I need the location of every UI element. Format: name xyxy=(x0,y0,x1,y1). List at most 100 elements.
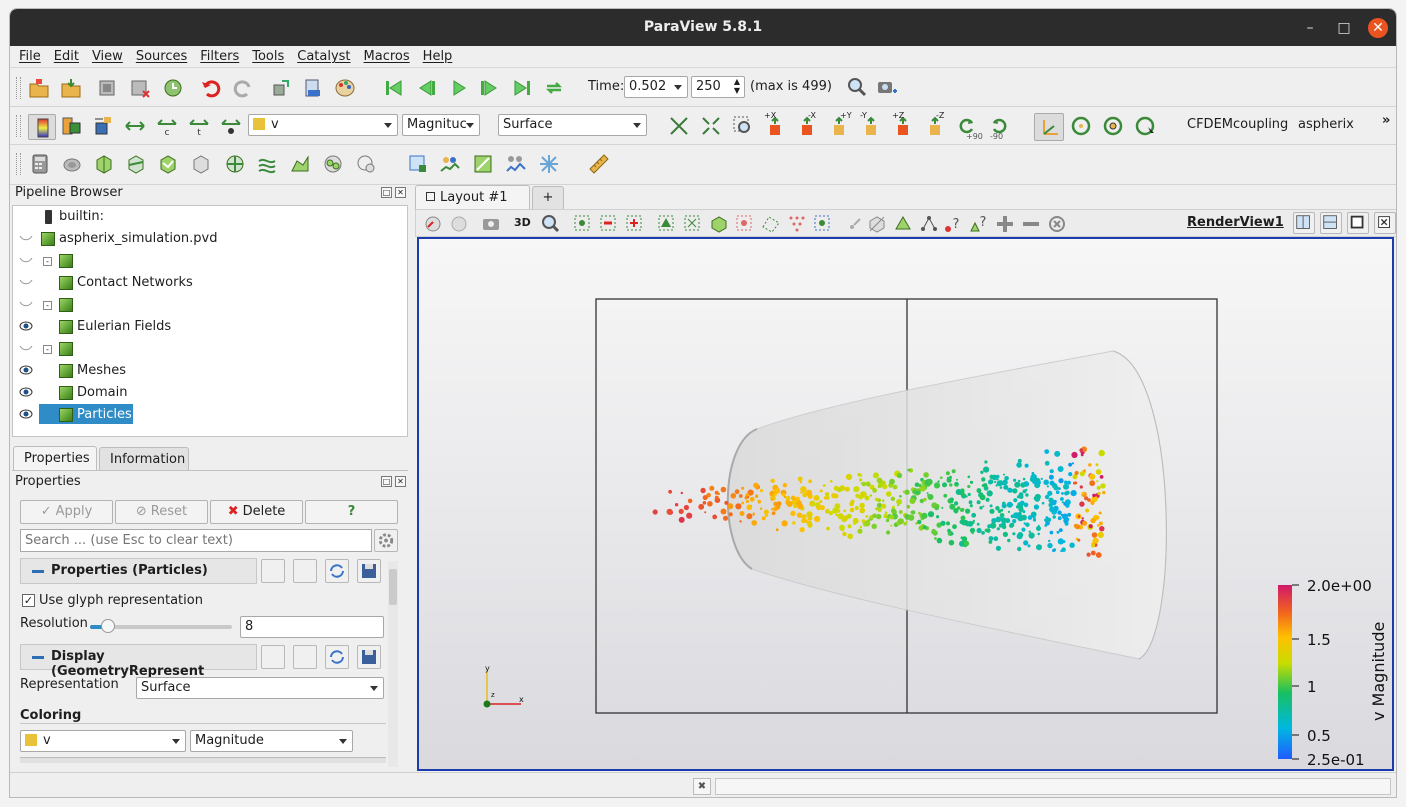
properties-search-input[interactable] xyxy=(20,529,372,552)
stream-tracer-icon[interactable] xyxy=(256,153,278,175)
open-file-icon[interactable] xyxy=(28,77,50,99)
float-panel-icon[interactable]: □ xyxy=(381,476,392,487)
find-data-icon[interactable] xyxy=(302,77,324,99)
plot-over-line-icon[interactable] xyxy=(439,153,461,175)
save-state-icon[interactable] xyxy=(60,77,82,99)
tab-properties[interactable]: Properties xyxy=(13,446,97,470)
collapse-section-icon[interactable] xyxy=(32,656,44,659)
use-separate-color-map-icon[interactable] xyxy=(92,115,114,137)
eye-closed-icon[interactable] xyxy=(19,233,33,243)
extract-level-icon[interactable] xyxy=(355,153,377,175)
resolution-slider-handle[interactable] xyxy=(100,619,115,633)
clear-selection-icon[interactable] xyxy=(1046,213,1068,235)
query-points-icon[interactable]: ? xyxy=(968,213,990,235)
subtract-selection-icon[interactable] xyxy=(1020,213,1042,235)
eye-open-icon[interactable] xyxy=(19,365,33,375)
menu-tools[interactable]: Tools xyxy=(252,49,284,64)
select-cells-on-icon[interactable] xyxy=(407,153,429,175)
pipeline-item-eulerian-fields[interactable]: Eulerian Fields xyxy=(13,316,407,338)
render-canvas[interactable]: 2.0e+00 1.5 1 0.5 2.5e-01 v Magnitude y … xyxy=(419,239,1392,769)
rescale-visible-range-icon[interactable] xyxy=(220,115,242,137)
properties-scrollbar-thumb[interactable] xyxy=(389,569,397,605)
minimize-icon[interactable]: – xyxy=(1300,18,1320,38)
copy-properties-icon[interactable] xyxy=(261,559,285,583)
next-frame-icon[interactable] xyxy=(479,77,501,99)
toolbar-grip[interactable] xyxy=(16,115,21,137)
glyph-icon[interactable] xyxy=(224,153,246,175)
paste-properties-icon[interactable] xyxy=(293,645,317,669)
float-panel-icon[interactable]: □ xyxy=(381,187,392,198)
reset-camera-closest-icon[interactable] xyxy=(668,115,690,137)
close-view-icon[interactable] xyxy=(1374,212,1396,234)
save-defaults-icon[interactable] xyxy=(357,645,381,669)
spin-arrows-icon[interactable]: ▲ ▼ xyxy=(734,77,740,95)
camera-minus-x-icon[interactable]: -X xyxy=(796,111,818,137)
menu-edit[interactable]: Edit xyxy=(54,49,79,64)
redo-icon[interactable] xyxy=(232,77,254,99)
contour-icon[interactable] xyxy=(61,153,83,175)
help-button[interactable]: ? xyxy=(305,500,398,524)
show-center-icon[interactable] xyxy=(1070,115,1092,137)
eye-closed-icon[interactable] xyxy=(19,255,33,265)
rotate-minus-90-icon[interactable]: -90 xyxy=(988,115,1010,141)
extract-selection-icon[interactable] xyxy=(892,213,914,235)
eye-open-icon[interactable] xyxy=(19,321,33,331)
pipeline-item-particles[interactable]: Particles xyxy=(13,404,407,426)
menu-help[interactable]: Help xyxy=(423,49,453,64)
warp-by-vector-icon[interactable] xyxy=(289,153,311,175)
select-cells-icon[interactable] xyxy=(624,213,646,235)
undo-icon[interactable] xyxy=(200,77,222,99)
split-horizontal-icon[interactable] xyxy=(1293,212,1315,234)
macro-cfdemcoupling[interactable]: CFDEMcoupling xyxy=(1187,117,1288,132)
toolbar-overflow-icon[interactable]: » xyxy=(1382,113,1390,128)
eye-closed-icon[interactable] xyxy=(19,277,33,287)
toolbar-grip[interactable] xyxy=(16,153,21,175)
ruler-icon[interactable] xyxy=(588,153,610,175)
restore-defaults-icon[interactable] xyxy=(325,645,349,669)
pipeline-item-meshes[interactable]: Meshes xyxy=(13,360,407,382)
save-defaults-icon[interactable] xyxy=(357,559,381,583)
rotate-plus-90-icon[interactable]: +90 xyxy=(956,115,983,141)
temporal-icon[interactable] xyxy=(538,153,560,175)
glyph-representation-checkbox[interactable]: ✓ xyxy=(22,594,35,607)
macro-aspherix[interactable]: aspherix xyxy=(1298,117,1354,132)
collapse-icon[interactable]: - xyxy=(43,345,52,354)
eye-open-icon[interactable] xyxy=(19,409,33,419)
coloring-component-select[interactable]: Magnitude xyxy=(190,730,353,752)
resolution-input[interactable]: 8 xyxy=(240,616,384,638)
advanced-settings-icon[interactable] xyxy=(374,529,398,552)
pipeline-item-domain[interactable]: Domain xyxy=(13,382,407,404)
menu-sources[interactable]: Sources xyxy=(136,49,187,64)
time-step-spinbox[interactable]: 250 ▲ ▼ xyxy=(691,76,745,98)
capture-screenshot-icon[interactable] xyxy=(876,76,898,98)
properties-scrollbar[interactable] xyxy=(388,561,398,767)
rescale-temporal-range-icon[interactable]: t xyxy=(188,115,210,138)
select-block-icon[interactable] xyxy=(708,213,730,235)
color-palette-icon[interactable] xyxy=(334,77,356,99)
deselect-icon[interactable] xyxy=(598,213,620,235)
play-icon[interactable] xyxy=(448,77,470,99)
camera-plus-x-icon[interactable]: +X xyxy=(764,111,786,137)
menu-view[interactable]: View xyxy=(92,49,123,64)
color-component-dropdown[interactable]: Magnituc xyxy=(402,114,480,136)
camera-plus-y-icon[interactable]: +Y xyxy=(828,111,852,137)
edit-color-map-icon[interactable] xyxy=(60,115,82,137)
eye-closed-icon[interactable] xyxy=(19,343,33,353)
maximize-view-icon[interactable] xyxy=(1347,212,1369,234)
delete-button[interactable]: ✖ Delete xyxy=(210,500,303,524)
view-settings-icon[interactable] xyxy=(448,213,470,235)
zoom-to-box-icon[interactable] xyxy=(732,115,754,137)
collapse-section-icon[interactable] xyxy=(32,570,44,573)
representation-select[interactable]: Surface xyxy=(136,677,384,699)
camera-minus-y-icon[interactable]: -Y xyxy=(860,111,882,137)
interactive-select-icon[interactable] xyxy=(734,213,756,235)
apply-button[interactable]: ✓ Apply xyxy=(20,500,113,524)
pipeline-item-builtin[interactable]: builtin: xyxy=(13,206,407,228)
toolbar-grip[interactable] xyxy=(16,77,21,99)
display-section-header[interactable]: Display (GeometryRepresent xyxy=(20,644,257,679)
reset-camera-icon[interactable] xyxy=(270,77,292,99)
pipeline-item-group[interactable]: - xyxy=(13,250,407,272)
menu-filters[interactable]: Filters xyxy=(200,49,239,64)
polygon-select-icon[interactable] xyxy=(760,213,782,235)
loop-icon[interactable] xyxy=(543,77,565,99)
